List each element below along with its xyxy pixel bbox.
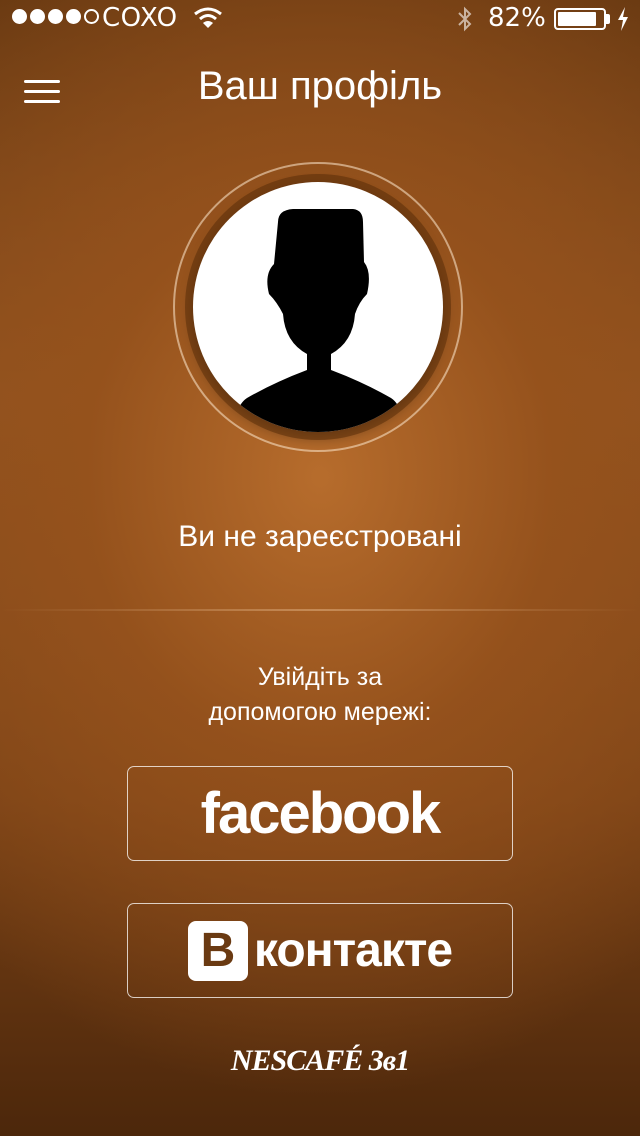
login-prompt-line2: допомогою мережі:	[208, 698, 432, 726]
battery-icon	[554, 8, 606, 30]
nescafe-logo: NESCAFÉ 3в1	[230, 1044, 410, 1077]
carrier-name: COXO	[102, 3, 178, 33]
facebook-logo: facebook	[200, 781, 442, 846]
wifi-icon	[193, 6, 223, 37]
login-prompt-line1: Увійдіть за	[257, 663, 383, 691]
signal-strength-icon	[12, 9, 99, 24]
avatar[interactable]	[193, 182, 443, 432]
vk-logo-icon: B	[187, 920, 248, 981]
page-title: Ваш профіль	[197, 64, 443, 108]
status-bar: COXO 82%	[0, 0, 640, 40]
login-prompt: Увійдіть за допомогою мережі:	[0, 660, 640, 730]
divider	[0, 609, 640, 611]
facebook-login-button[interactable]: facebook	[127, 766, 513, 861]
bluetooth-icon	[455, 5, 475, 40]
user-silhouette-icon	[233, 209, 405, 432]
vkontakte-logo: контакте	[253, 924, 453, 977]
registration-status: Ви не зареєстровані	[178, 520, 462, 553]
vkontakte-login-button[interactable]: B контакте	[127, 903, 513, 998]
charging-icon	[616, 6, 630, 39]
battery-percentage: 82%	[488, 3, 546, 33]
